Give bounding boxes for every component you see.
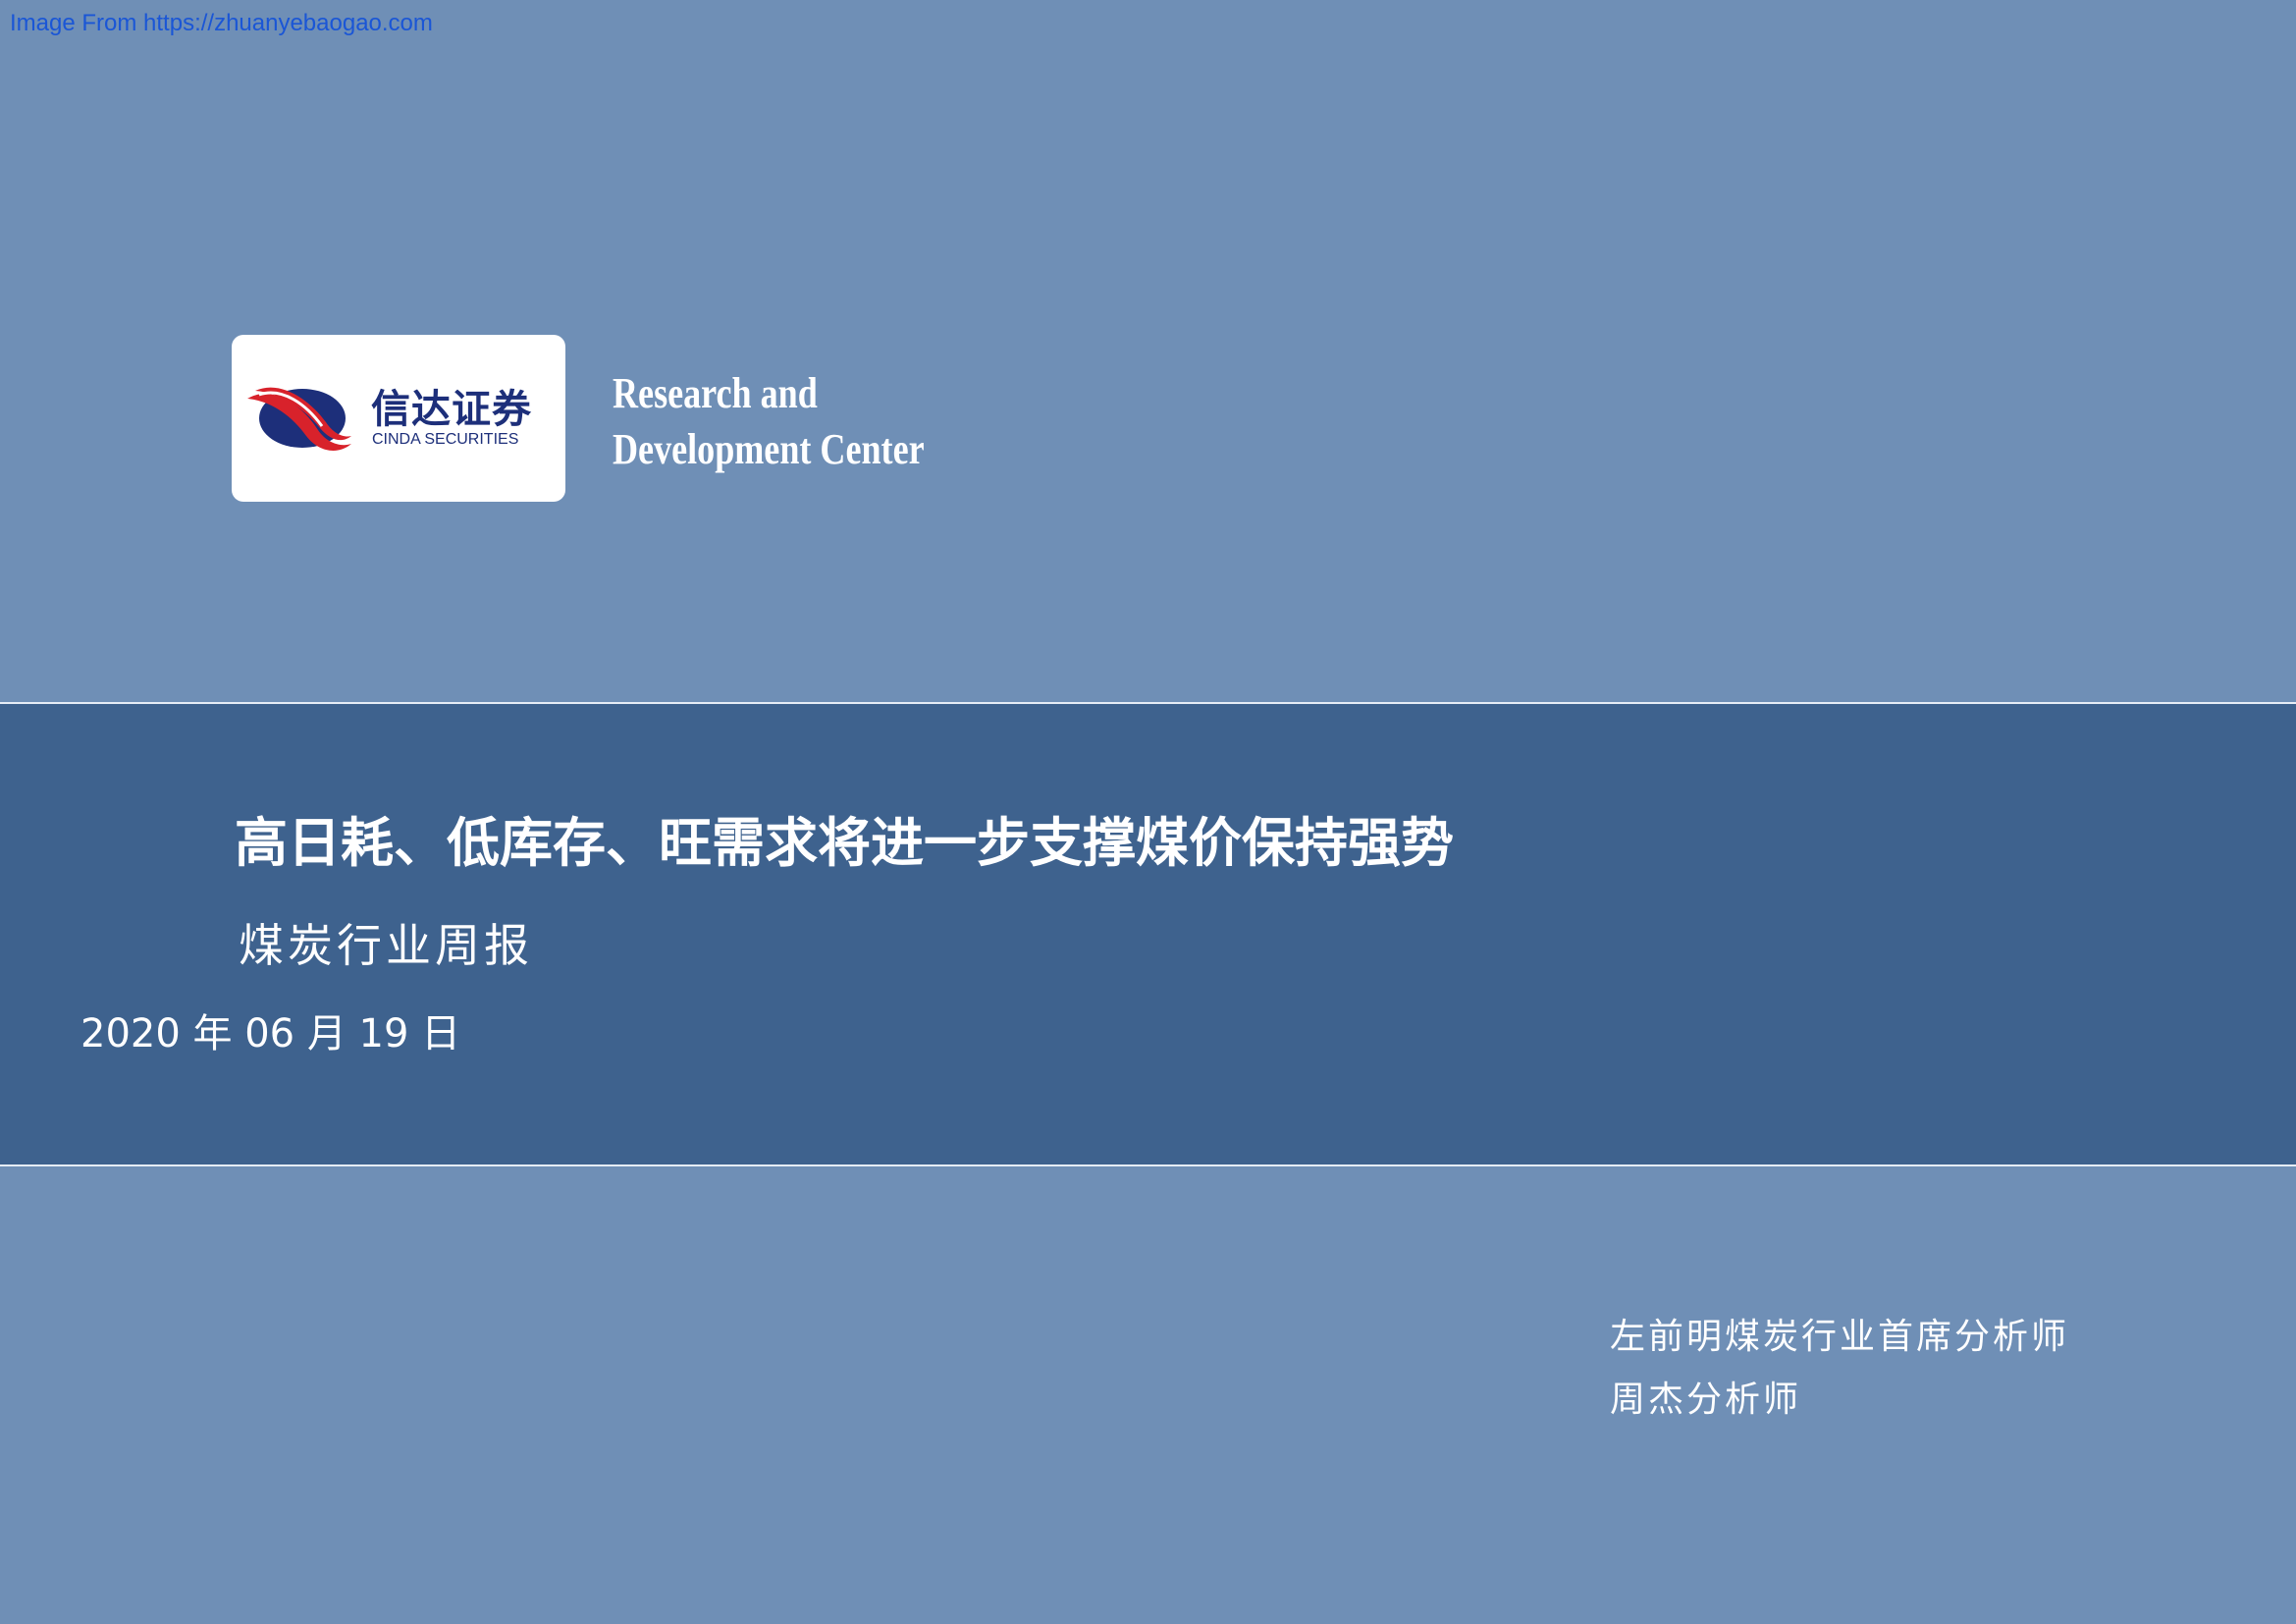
report-date: 2020 年 06 月 19 日 xyxy=(80,1011,461,1056)
logo-english-name: CINDA SECURITIES xyxy=(372,431,519,448)
report-subtitle: 煤炭行业周报 xyxy=(239,919,533,972)
analyst-name: 周杰分析师 xyxy=(1610,1380,1802,1420)
source-link[interactable]: Image From https://zhuanyebaogao.com xyxy=(10,10,433,37)
research-center-label: Research and Development Center xyxy=(613,365,925,477)
analyst-name: 左前明煤炭行业首席分析师 xyxy=(1610,1317,2070,1357)
research-center-line1: Research and xyxy=(613,369,818,417)
analyst-list: 左前明煤炭行业首席分析师 周杰分析师 xyxy=(1610,1306,2069,1432)
logo-chinese-name: 信达证券 xyxy=(371,387,532,432)
cinda-logo: 信达证券 CINDA SECURITIES xyxy=(232,335,565,502)
research-center-line2: Development Center xyxy=(613,425,925,473)
report-title: 高日耗、低库存、旺需求将进一步支撑煤价保持强势 xyxy=(235,812,1454,874)
cinda-swoosh-icon xyxy=(247,387,351,451)
